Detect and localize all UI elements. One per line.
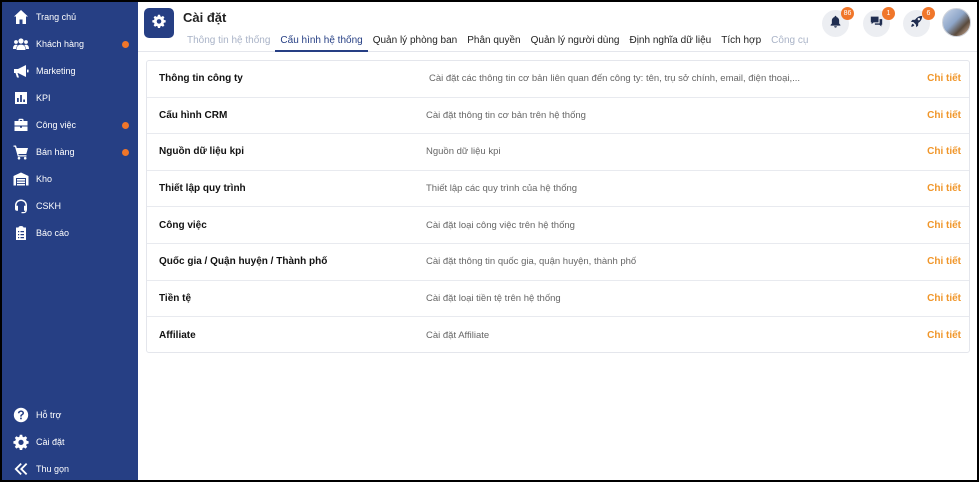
sidebar-item-sales[interactable]: Bán hàng xyxy=(2,141,138,163)
rocket-icon xyxy=(910,15,923,33)
notification-dot xyxy=(122,41,129,48)
sidebar-item-label: Cài đặt xyxy=(36,437,65,447)
row-title: Thông tin công ty xyxy=(159,73,243,85)
tab-departments[interactable]: Quản lý phòng ban xyxy=(368,34,463,52)
detail-link[interactable]: Chi tiết xyxy=(927,146,961,157)
sidebar-item-customers[interactable]: Khách hàng xyxy=(2,33,138,55)
detail-link[interactable]: Chi tiết xyxy=(927,256,961,267)
home-icon xyxy=(12,8,30,26)
tab-tools[interactable]: Công cụ xyxy=(766,34,813,52)
sidebar-item-label: KPI xyxy=(36,93,51,103)
row-description: Cài đặt thông tin quốc gia, quận huyện, … xyxy=(426,256,637,268)
page-header: Cài đặt Thông tin hệ thống Cấu hình hệ t… xyxy=(138,2,977,52)
chat-icon xyxy=(870,15,883,33)
row-title: Công việc xyxy=(159,219,207,231)
detail-link[interactable]: Chi tiết xyxy=(927,220,961,231)
table-row: Công việc Cài đặt loại công việc trên hệ… xyxy=(147,207,969,244)
sidebar-item-home[interactable]: Trang chủ xyxy=(2,6,138,28)
sidebar-item-kpi[interactable]: KPI xyxy=(2,87,138,109)
bell-icon xyxy=(829,15,842,33)
tab-system-info[interactable]: Thông tin hệ thống xyxy=(182,34,275,52)
cart-icon xyxy=(12,143,30,161)
warehouse-icon xyxy=(12,170,30,188)
gear-icon xyxy=(152,14,166,33)
activity-count-badge: 6 xyxy=(922,7,935,20)
row-description: Nguồn dữ liệu kpi xyxy=(426,146,501,158)
row-description: Cài đặt các thông tin cơ bản liên quan đ… xyxy=(429,73,801,85)
row-description: Cài đặt Affiliate xyxy=(426,329,490,341)
sidebar-item-cskh[interactable]: CSKH xyxy=(2,195,138,217)
sidebar-item-label: Báo cáo xyxy=(36,228,70,238)
sidebar-item-warehouse[interactable]: Kho xyxy=(2,168,138,190)
sidebar-item-label: Công việc xyxy=(36,120,77,130)
sidebar-item-marketing[interactable]: Marketing xyxy=(2,60,138,82)
sidebar-item-label: CSKH xyxy=(36,201,62,211)
activity-button[interactable]: 6 xyxy=(903,7,935,37)
row-description: Thiết lập các quy trình của hệ thống xyxy=(426,183,578,195)
row-title: Tiền tệ xyxy=(159,292,192,304)
help-icon xyxy=(12,406,30,424)
table-row: Nguồn dữ liệu kpi Nguồn dữ liệu kpi Chi … xyxy=(147,134,969,171)
tab-integration[interactable]: Tích hợp xyxy=(716,34,766,52)
notification-dot xyxy=(122,149,129,156)
settings-tabs: Thông tin hệ thống Cấu hình hệ thống Quả… xyxy=(182,34,813,52)
sidebar-item-settings[interactable]: Cài đặt xyxy=(2,431,138,453)
users-icon xyxy=(12,35,30,53)
tab-users[interactable]: Quản lý người dùng xyxy=(526,34,625,52)
table-row: Affiliate Cài đặt Affiliate Chi tiết xyxy=(147,317,969,354)
detail-link[interactable]: Chi tiết xyxy=(927,293,961,304)
tab-system-config[interactable]: Cấu hình hệ thống xyxy=(275,34,368,52)
sidebar-item-collapse[interactable]: Thu gọn xyxy=(2,458,138,480)
detail-link[interactable]: Chi tiết xyxy=(927,183,961,194)
collapse-icon xyxy=(12,460,30,478)
table-row: Cấu hình CRM Cài đặt thông tin cơ bản tr… xyxy=(147,98,969,135)
gear-icon xyxy=(12,433,30,451)
app-frame: Trang chủ Khách hàng Marketing KPI Công … xyxy=(2,2,977,480)
message-count-badge: 1 xyxy=(882,7,895,20)
sidebar-item-label: Marketing xyxy=(36,66,76,76)
sidebar-item-tasks[interactable]: Công việc xyxy=(2,114,138,136)
megaphone-icon xyxy=(12,62,30,80)
row-description: Cài đặt thông tin cơ bản trên hệ thống xyxy=(426,109,586,121)
table-row: Thiết lập quy trình Thiết lập các quy tr… xyxy=(147,171,969,208)
headset-icon xyxy=(12,197,30,215)
messages-button[interactable]: 1 xyxy=(863,7,895,37)
row-title: Quốc gia / Quận huyện / Thành phố xyxy=(159,256,328,268)
sidebar-item-label: Khách hàng xyxy=(36,39,85,49)
briefcase-icon xyxy=(12,116,30,134)
tab-permissions[interactable]: Phân quyền xyxy=(462,34,525,52)
sidebar-item-label: Trang chủ xyxy=(36,12,77,22)
notification-count-badge: 86 xyxy=(841,7,854,20)
sidebar-item-reports[interactable]: Báo cáo xyxy=(2,222,138,244)
row-title: Cấu hình CRM xyxy=(159,109,228,121)
sidebar-item-label: Kho xyxy=(36,174,53,184)
tab-data-definition[interactable]: Định nghĩa dữ liệu xyxy=(624,34,716,52)
row-description: Cài đặt loại tiền tệ trên hệ thống xyxy=(426,292,561,304)
notifications-button[interactable]: 86 xyxy=(822,7,854,37)
row-title: Affiliate xyxy=(159,329,196,341)
sidebar-item-label: Bán hàng xyxy=(36,147,75,157)
table-row: Tiền tệ Cài đặt loại tiền tệ trên hệ thố… xyxy=(147,281,969,318)
avatar[interactable] xyxy=(942,8,971,37)
detail-link[interactable]: Chi tiết xyxy=(927,73,961,84)
sidebar: Trang chủ Khách hàng Marketing KPI Công … xyxy=(2,2,138,480)
notification-dot xyxy=(122,122,129,129)
sidebar-item-help[interactable]: Hỗ trợ xyxy=(2,404,138,426)
table-row: Quốc gia / Quận huyện / Thành phố Cài đặ… xyxy=(147,244,969,281)
sidebar-item-label: Hỗ trợ xyxy=(36,410,62,420)
row-title: Nguồn dữ liệu kpi xyxy=(159,146,245,158)
page-title: Cài đặt xyxy=(183,10,227,25)
chart-icon xyxy=(12,89,30,107)
settings-list: Thông tin công ty Cài đặt các thông tin … xyxy=(146,60,970,353)
row-title: Thiết lập quy trình xyxy=(159,183,246,195)
sidebar-item-label: Thu gọn xyxy=(36,464,70,474)
detail-link[interactable]: Chi tiết xyxy=(927,110,961,121)
row-description: Cài đặt loại công việc trên hệ thống xyxy=(426,219,575,231)
table-row: Thông tin công ty Cài đặt các thông tin … xyxy=(147,61,969,98)
detail-link[interactable]: Chi tiết xyxy=(927,330,961,341)
settings-badge xyxy=(144,8,174,38)
clipboard-icon xyxy=(12,224,30,242)
